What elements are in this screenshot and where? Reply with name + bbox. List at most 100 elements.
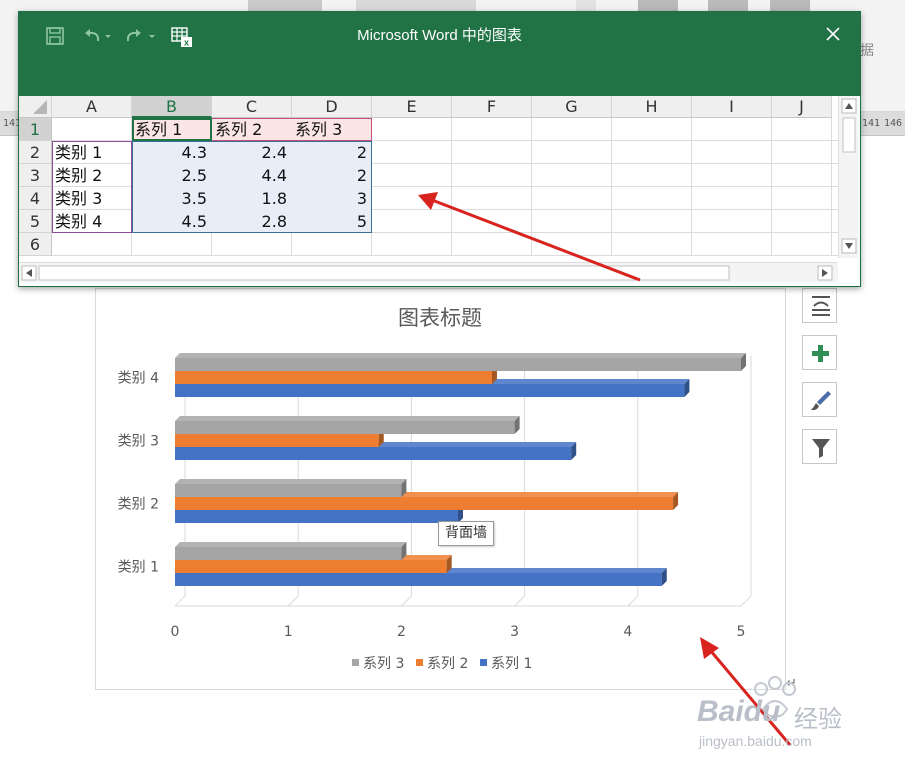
x-tick-label: 2 [397, 624, 406, 640]
column-header-j[interactable]: J [772, 96, 832, 118]
column-header-i[interactable]: I [692, 96, 772, 118]
cell-c3[interactable]: 4.4 [215, 164, 287, 187]
category-label: 类别 2 [118, 497, 159, 513]
row-header-5[interactable]: 5 [19, 210, 52, 233]
grid-col-line [831, 118, 832, 256]
cell-a3[interactable]: 类别 2 [55, 164, 127, 187]
tooltip: 背面墙 [438, 521, 494, 546]
ruler-tick: 146 [884, 118, 903, 129]
chart-style-button[interactable] [802, 382, 837, 417]
watermark-url: jingyan.baidu.com [699, 733, 812, 749]
column-header-f[interactable]: F [452, 96, 532, 118]
x-tick-label: 5 [737, 624, 746, 640]
vertical-scrollbar[interactable] [838, 96, 858, 258]
legend-swatch [416, 659, 423, 666]
bar-系列2-类别4[interactable] [175, 371, 492, 384]
select-all-corner[interactable] [19, 96, 52, 118]
chart-title[interactable]: 图表标题 [398, 306, 482, 330]
close-icon[interactable] [821, 22, 845, 46]
floor-gridline [287, 595, 299, 607]
bar-系列2-类别1[interactable] [175, 560, 447, 573]
window-titlebar: x Microsoft Word 中的图表 [19, 12, 860, 96]
cell-b2[interactable]: 4.3 [135, 141, 207, 164]
scroll-thumb [38, 265, 730, 281]
bar-top-face [175, 416, 520, 421]
column-header-c[interactable]: C [212, 96, 292, 118]
cell-c5[interactable]: 2.8 [215, 210, 287, 233]
floor-gridline [740, 595, 752, 607]
column-header-d[interactable]: D [292, 96, 372, 118]
bar-系列2-类别3[interactable] [175, 434, 379, 447]
cell-a4[interactable]: 类别 3 [55, 187, 127, 210]
bar-系列1-类别4[interactable] [175, 384, 685, 397]
bar-系列1-类别2[interactable] [175, 510, 458, 523]
chart-layout-button[interactable] [802, 288, 837, 323]
legend-swatch [352, 659, 359, 666]
cell-a2[interactable]: 类别 1 [55, 141, 127, 164]
row-header-4[interactable]: 4 [19, 187, 52, 210]
add-chart-element-button[interactable] [802, 335, 837, 370]
category-label: 类别 1 [118, 560, 159, 576]
cell-b5[interactable]: 4.5 [135, 210, 207, 233]
cell-d3[interactable]: 2 [295, 164, 367, 187]
floor-gridline [401, 595, 412, 607]
column-header-h[interactable]: H [612, 96, 692, 118]
chart-filter-button[interactable] [802, 429, 837, 464]
spreadsheet-grid[interactable]: A B C D E F G H I J 1 2 3 4 5 6 系列 1 系列 2 系列 3 类别 1 4.3 2.4 2 类… [19, 96, 860, 286]
x-tick-label: 1 [284, 624, 293, 640]
ruler-tick: 141 [862, 118, 881, 129]
column-header-g[interactable]: G [532, 96, 612, 118]
cell-d1[interactable]: 系列 3 [295, 118, 369, 141]
ribbon-partial-label: 据 [860, 43, 874, 59]
row-header-6[interactable]: 6 [19, 233, 52, 256]
x-tick-label: 0 [171, 624, 180, 640]
bar-系列1-类别1[interactable] [175, 573, 662, 586]
row-header-3[interactable]: 3 [19, 164, 52, 187]
cell-a5[interactable]: 类别 4 [55, 210, 127, 233]
bar-系列3-类别1[interactable] [175, 547, 402, 560]
legend-entry[interactable]: 系列 2 [427, 656, 468, 672]
x-tick-label: 4 [623, 624, 632, 640]
screen: 据 141 141 146 图表标题 0 1 2 3 4 5 类别 1 类别 2 类别 3 类别 4… [0, 0, 905, 775]
grid-col-line [531, 118, 532, 256]
cell-b3[interactable]: 2.5 [135, 164, 207, 187]
horizontal-scrollbar[interactable] [19, 262, 838, 282]
floor-gridline [514, 595, 525, 607]
add-element-icon [812, 345, 829, 362]
cell-b1[interactable]: 系列 1 [135, 118, 209, 141]
category-label: 类别 4 [118, 371, 159, 387]
bar-系列1-类别3[interactable] [175, 447, 572, 460]
bar-top-face [175, 542, 407, 547]
cell-c4[interactable]: 1.8 [215, 187, 287, 210]
scroll-thumb [842, 117, 856, 153]
bar-系列3-类别4[interactable] [175, 358, 741, 371]
column-header-b[interactable]: B [132, 96, 212, 118]
category-label: 类别 3 [118, 434, 159, 450]
cell-c2[interactable]: 2.4 [215, 141, 287, 164]
cell-b4[interactable]: 3.5 [135, 187, 207, 210]
grid-row-line [52, 255, 838, 256]
row-header-2[interactable]: 2 [19, 141, 52, 164]
chart-layout-icon [812, 296, 830, 316]
legend-entry[interactable]: 系列 3 [363, 656, 404, 672]
row-header-1[interactable]: 1 [19, 118, 52, 141]
bar-top-face [175, 353, 746, 358]
baidu-watermark: Baidu 经验 jingyan.baidu.com [697, 675, 877, 755]
legend-entry[interactable]: 系列 1 [491, 656, 532, 672]
bar-chart[interactable]: 图表标题 0 1 2 3 4 5 类别 1 类别 2 类别 3 类别 4 系列 3 系列 2 系列 1 [95, 288, 786, 690]
grid-col-line [771, 118, 772, 256]
cell-d2[interactable]: 2 [295, 141, 367, 164]
legend-swatch [480, 659, 487, 666]
bar-系列3-类别3[interactable] [175, 421, 515, 434]
cell-d5[interactable]: 5 [295, 210, 367, 233]
filter-icon [812, 439, 830, 458]
cell-d4[interactable]: 3 [295, 187, 367, 210]
column-header-e[interactable]: E [372, 96, 452, 118]
column-header-a[interactable]: A [52, 96, 132, 118]
brush-style-icon [811, 391, 831, 411]
grid-col-line [611, 118, 612, 256]
bar-系列2-类别2[interactable] [175, 497, 674, 510]
bar-系列3-类别2[interactable] [175, 484, 402, 497]
cell-c1[interactable]: 系列 2 [215, 118, 289, 141]
x-tick-label: 3 [510, 624, 519, 640]
